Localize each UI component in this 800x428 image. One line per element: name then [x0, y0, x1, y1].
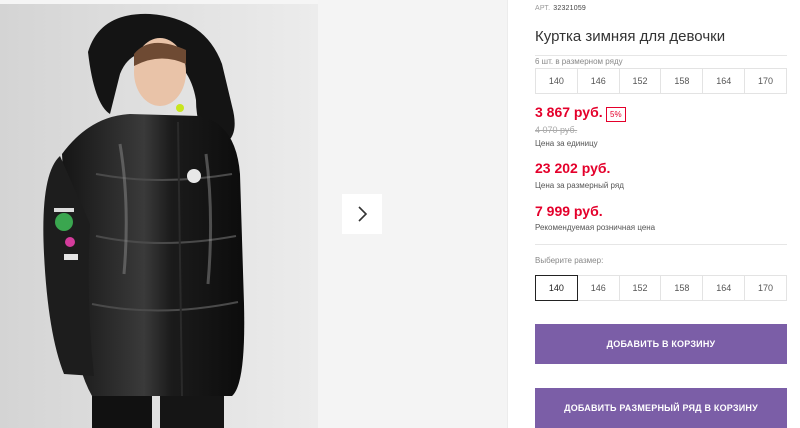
series-price-caption: Цена за размерный ряд: [535, 181, 624, 190]
product-photo-image: [0, 4, 318, 428]
series-size-cell: 158: [660, 68, 704, 94]
article-label: АРТ.: [535, 5, 551, 12]
unit-price: 3 867 руб.: [535, 104, 603, 120]
add-to-cart-button[interactable]: ДОБАВИТЬ В КОРЗИНУ: [535, 324, 787, 364]
retail-price-caption: Рекомендуемая розничная цена: [535, 223, 656, 232]
series-size-row: 140 146 152 158 164 170: [535, 68, 787, 94]
size-option[interactable]: 170: [744, 275, 787, 301]
retail-price: 7 999 руб.: [535, 203, 603, 219]
unit-price-caption: Цена за единицу: [535, 139, 598, 148]
product-photo[interactable]: [0, 4, 318, 428]
article-value: 32321059: [553, 5, 587, 12]
series-size-cell: 140: [535, 68, 578, 94]
panel-divider: [507, 0, 508, 428]
divider-line: [535, 55, 787, 56]
size-option[interactable]: 158: [660, 275, 704, 301]
series-size-cell: 146: [576, 68, 620, 94]
article-number: АРТ. 32321059: [535, 5, 586, 12]
size-option[interactable]: 146: [576, 275, 620, 301]
product-title: Куртка зимняя для девочки: [535, 28, 726, 45]
size-option[interactable]: 152: [618, 275, 662, 301]
series-price: 23 202 руб.: [535, 160, 611, 176]
product-gallery: [0, 0, 507, 428]
size-selector: 140 146 152 158 164 170: [535, 275, 787, 301]
divider-line: [535, 244, 787, 245]
chevron-right-icon: [358, 206, 368, 222]
add-series-to-cart-button[interactable]: ДОБАВИТЬ РАЗМЕРНЫЙ РЯД В КОРЗИНУ: [535, 388, 787, 428]
series-size-cell: 152: [618, 68, 662, 94]
choose-size-caption: Выберите размер:: [535, 256, 604, 265]
discount-badge: 5%: [606, 107, 626, 122]
series-size-cell: 164: [702, 68, 746, 94]
size-option[interactable]: 164: [702, 275, 746, 301]
old-price: 4 070 руб.: [535, 125, 578, 135]
series-caption: 6 шт. в размерном ряду: [535, 57, 623, 66]
series-size-cell: 170: [744, 68, 787, 94]
size-option-selected[interactable]: 140: [535, 275, 578, 301]
gallery-next-button[interactable]: [342, 194, 382, 234]
